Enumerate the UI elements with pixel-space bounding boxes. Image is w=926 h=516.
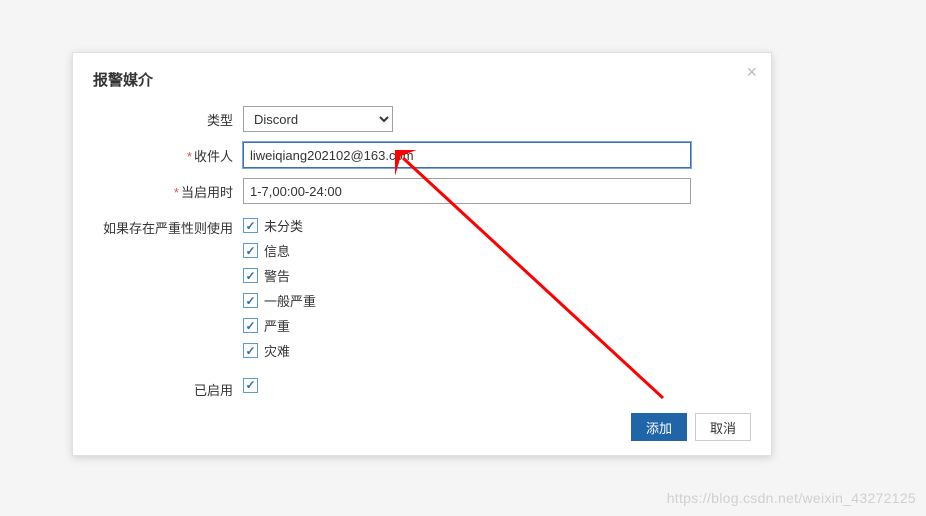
severity-label: 如果存在严重性则使用 bbox=[93, 214, 243, 237]
row-recipient: *收件人 bbox=[93, 142, 751, 168]
enabled-checkbox[interactable] bbox=[243, 378, 258, 393]
modal-footer: 添加 取消 bbox=[93, 413, 751, 441]
checkbox-icon[interactable] bbox=[243, 318, 258, 333]
close-icon[interactable]: × bbox=[746, 63, 757, 81]
cancel-button[interactable]: 取消 bbox=[695, 413, 751, 441]
checkbox-icon[interactable] bbox=[243, 243, 258, 258]
recipient-label: *收件人 bbox=[93, 142, 243, 165]
severity-item-label: 一般严重 bbox=[264, 291, 316, 310]
checkbox-icon[interactable] bbox=[243, 293, 258, 308]
modal-title: 报警媒介 bbox=[93, 69, 751, 90]
row-enabled: 已启用 bbox=[93, 376, 751, 399]
severity-item-label: 未分类 bbox=[264, 216, 303, 235]
severity-item[interactable]: 警告 bbox=[243, 266, 751, 285]
type-select[interactable]: Discord bbox=[243, 106, 393, 132]
row-type: 类型 Discord bbox=[93, 106, 751, 132]
when-active-input[interactable] bbox=[243, 178, 691, 204]
watermark: https://blog.csdn.net/weixin_43272125 bbox=[667, 490, 916, 506]
severity-item[interactable]: 灾难 bbox=[243, 341, 751, 360]
severity-item-label: 信息 bbox=[264, 241, 290, 260]
checkbox-icon[interactable] bbox=[243, 218, 258, 233]
alert-media-modal: × 报警媒介 类型 Discord *收件人 *当启用时 如果存在严重性则使用 … bbox=[72, 52, 772, 456]
row-severity: 如果存在严重性则使用 未分类 信息 警告 一般严重 严重 灾难 bbox=[93, 214, 751, 366]
when-active-label: *当启用时 bbox=[93, 178, 243, 201]
severity-item[interactable]: 一般严重 bbox=[243, 291, 751, 310]
enabled-label: 已启用 bbox=[93, 376, 243, 399]
severity-item-label: 灾难 bbox=[264, 341, 290, 360]
severity-item[interactable]: 未分类 bbox=[243, 216, 751, 235]
checkbox-icon[interactable] bbox=[243, 343, 258, 358]
severity-item[interactable]: 信息 bbox=[243, 241, 751, 260]
severity-item-label: 严重 bbox=[264, 316, 290, 335]
severity-item-label: 警告 bbox=[264, 266, 290, 285]
type-label: 类型 bbox=[93, 106, 243, 129]
add-button[interactable]: 添加 bbox=[631, 413, 687, 441]
severity-item[interactable]: 严重 bbox=[243, 316, 751, 335]
recipient-input[interactable] bbox=[243, 142, 691, 168]
severity-list: 未分类 信息 警告 一般严重 严重 灾难 bbox=[243, 214, 751, 366]
checkbox-icon[interactable] bbox=[243, 268, 258, 283]
row-when-active: *当启用时 bbox=[93, 178, 751, 204]
